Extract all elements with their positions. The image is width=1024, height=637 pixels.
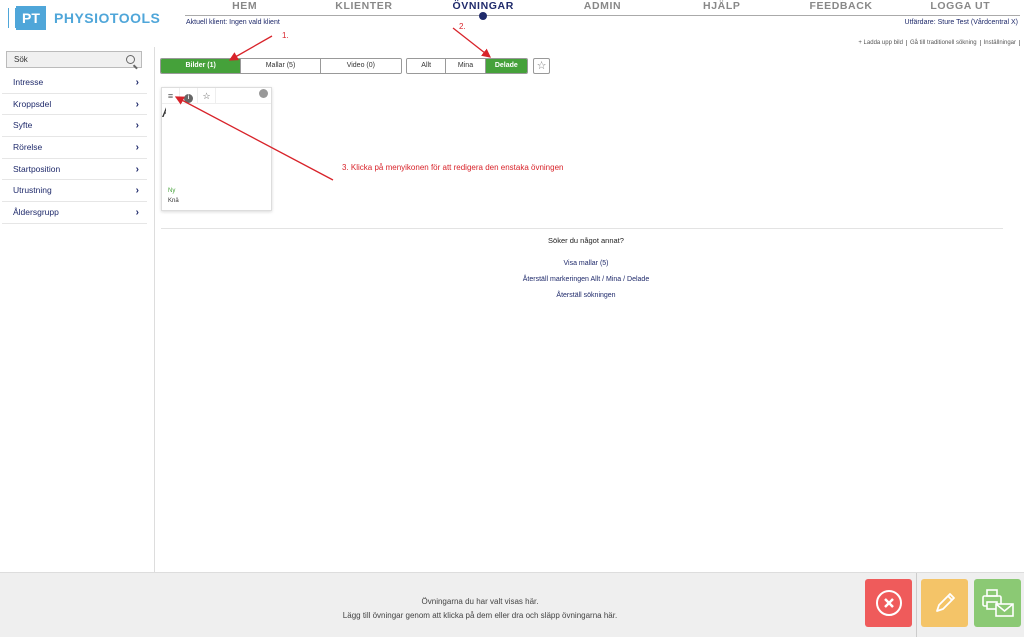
upload-image-link[interactable]: + Ladda upp bild <box>855 40 907 46</box>
search-input[interactable]: Sök <box>6 51 142 68</box>
sidebar: Sök Intresse › Kroppsdel › Syfte › Rörelse ›… <box>0 47 152 572</box>
footer-separator <box>916 573 917 637</box>
exercise-title: Knä <box>168 198 179 204</box>
logo[interactable]: PT PHYSIOTOOLS <box>8 6 161 30</box>
filter-label: Syfte <box>13 120 33 131</box>
current-client-link[interactable]: Aktuell klient: Ingen vald klient <box>186 19 280 26</box>
nav-admin[interactable]: ADMIN <box>543 0 662 15</box>
exercise-image <box>166 106 268 194</box>
logo-text: PHYSIOTOOLS <box>54 10 161 26</box>
filter-bodypart[interactable]: Kroppsdel › <box>2 94 147 116</box>
close-icon <box>875 590 902 616</box>
filter-movement[interactable]: Rörelse › <box>2 137 147 159</box>
top-navigation: HEM KLIENTER ÖVNINGAR ADMIN HJÄLP FEEDBA… <box>185 0 1020 20</box>
new-badge: Ny <box>168 188 176 194</box>
menu-icon[interactable]: ≡ <box>162 88 180 104</box>
filter-agegroup[interactable]: Åldersgrupp › <box>2 202 147 224</box>
chevron-right-icon: › <box>135 163 139 175</box>
tab-video[interactable]: Video (0) <box>320 59 401 73</box>
traditional-search-link[interactable]: Gå till traditionell sökning <box>907 40 981 46</box>
other-links: Visa mallar (5) Återställ markeringen Al… <box>155 256 1017 304</box>
search-icon[interactable] <box>126 55 135 64</box>
tab-shared[interactable]: Delade <box>485 59 527 73</box>
reset-owner-selection-link[interactable]: Återställ markeringen Allt / Mina / Dela… <box>155 272 1017 288</box>
chevron-right-icon: › <box>135 185 139 197</box>
filter-purpose[interactable]: Syfte › <box>2 115 147 138</box>
filter-interest[interactable]: Intresse › <box>2 72 147 94</box>
other-question: Söker du något annat? <box>548 236 624 245</box>
nav-clients[interactable]: KLIENTER <box>304 0 423 15</box>
type-tabs: Bilder (1) Mallar (5) Video (0) <box>160 58 402 74</box>
chevron-right-icon: › <box>135 98 139 110</box>
chevron-right-icon: › <box>135 142 139 154</box>
tab-mine[interactable]: Mina <box>446 59 486 73</box>
chevron-right-icon: › <box>135 120 139 132</box>
filter-list: Intresse › Kroppsdel › Syfte › Rörelse › Sta… <box>2 72 147 224</box>
owner-tabs: Allt Mina Delade <box>406 58 528 74</box>
settings-link[interactable]: Inställningar <box>981 40 1020 46</box>
print-email-button[interactable] <box>974 579 1021 627</box>
nav-home[interactable]: HEM <box>185 0 304 15</box>
filter-startposition[interactable]: Startposition › <box>2 159 147 181</box>
search-placeholder: Sök <box>14 55 28 64</box>
filter-label: Startposition <box>13 163 61 174</box>
tab-templates[interactable]: Mallar (5) <box>241 59 321 73</box>
nav-exercises[interactable]: ÖVNINGAR <box>424 0 543 20</box>
selected-exercises-tray[interactable]: Övningarna du har valt visas här. Lägg t… <box>0 572 1024 637</box>
issuer-link[interactable]: Utfärdare: Sture Test (Vårdcentral X) <box>905 19 1018 26</box>
annotation-3: 3. Klicka på menyikonen för att redigera… <box>342 163 564 172</box>
card-toolbar: ≡ i ☆ <box>162 88 271 104</box>
chevron-right-icon: › <box>135 77 139 88</box>
filter-label: Utrustning <box>13 185 52 196</box>
chevron-right-icon: › <box>135 207 139 219</box>
annotation-1: 1. <box>282 31 289 40</box>
tab-all[interactable]: Allt <box>407 59 447 73</box>
divider <box>161 228 1003 229</box>
filter-label: Åldersgrupp <box>13 207 59 218</box>
star-icon[interactable]: ☆ <box>198 88 216 104</box>
tab-images[interactable]: Bilder (1) <box>161 59 242 73</box>
exercise-card[interactable]: ≡ i ☆ A B Ny Knä <box>161 87 272 211</box>
tray-hint: Övningarna du har valt visas här. Lägg t… <box>0 595 960 623</box>
filter-label: Rörelse <box>13 142 43 153</box>
nav-help[interactable]: HJÄLP <box>662 0 781 15</box>
logo-mark: PT <box>8 6 46 30</box>
print-mail-icon <box>981 589 1014 617</box>
nav-logout[interactable]: LOGGA UT <box>901 0 1020 15</box>
filter-label: Kroppsdel <box>13 98 52 109</box>
filter-label: Intresse <box>13 77 44 87</box>
pencil-icon <box>935 593 955 612</box>
info-icon[interactable]: i <box>180 88 198 104</box>
favorites-star-icon[interactable]: ☆ <box>533 58 550 74</box>
show-templates-link[interactable]: Visa mallar (5) <box>155 256 1017 272</box>
annotation-2: 2. <box>459 22 466 31</box>
top-links: + Ladda upp bild Gå till traditionell sö… <box>855 40 1020 46</box>
reset-search-link[interactable]: Återställ sökningen <box>155 288 1017 304</box>
tray-hint-line1: Övningarna du har valt visas här. <box>421 597 539 606</box>
clear-button[interactable] <box>865 579 912 627</box>
nav-feedback[interactable]: FEEDBACK <box>781 0 900 15</box>
tray-hint-line2: Lägg till övningar genom att klicka på d… <box>342 611 618 620</box>
edit-button[interactable] <box>921 579 968 627</box>
main-content: Bilder (1) Mallar (5) Video (0) Allt Min… <box>154 47 1024 572</box>
filter-equipment[interactable]: Utrustning › <box>2 180 147 203</box>
